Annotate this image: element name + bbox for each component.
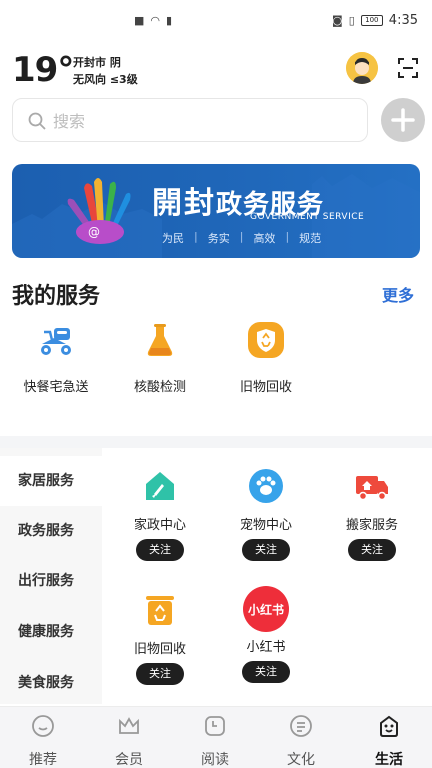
signal-icon: ▮	[166, 14, 173, 27]
bottom-nav: 推荐 会员 阅读 文化 生活	[0, 706, 432, 768]
scan-icon	[398, 58, 418, 78]
temperature: 19°	[12, 50, 74, 90]
nav-label: 文化	[287, 752, 315, 768]
service-label: 旧物回收	[239, 380, 292, 395]
more-link[interactable]: 更多	[382, 282, 414, 306]
follow-button[interactable]: 关注	[136, 663, 184, 685]
weather-city-condition: 开封市 阴	[73, 56, 121, 69]
weather-wind: 无风向 ≤3级	[73, 73, 138, 86]
grid-item-label: 小红书	[246, 640, 286, 655]
nav-item-life[interactable]: 生活	[346, 713, 432, 768]
paw-icon	[249, 469, 283, 503]
category-item-home[interactable]: 家居服务	[0, 456, 102, 506]
life-icon	[380, 715, 398, 737]
user-avatar-icon	[346, 52, 378, 84]
notification-b-icon: ■	[134, 14, 145, 27]
svg-text:@: @	[88, 225, 100, 239]
status-left-icons: ■ ◠ ▮	[134, 14, 172, 27]
follow-button[interactable]: 关注	[348, 539, 396, 561]
grid-item-moving[interactable]: 搬家服务 关注	[318, 468, 426, 561]
status-bar: ■ ◠ ▮ ◙ ▯ 100 4:35	[0, 0, 432, 44]
grid-item-recycling[interactable]: 旧物回收 关注	[106, 592, 214, 685]
grid-item-label: 旧物回收	[133, 642, 186, 657]
crown-icon	[119, 717, 139, 734]
government-service-banner[interactable]: @ 開封政务服务 GOVERNMENT SERVICE 为民 | 务实 | 高效…	[12, 164, 420, 258]
kaifeng-logo-icon: @	[67, 178, 131, 244]
delivery-scooter-icon	[41, 328, 71, 355]
category-item-travel[interactable]: 出行服务	[0, 556, 102, 606]
nav-item-culture[interactable]: 文化	[258, 713, 344, 768]
nav-item-member[interactable]: 会员	[86, 713, 172, 768]
slogan-divider: |	[239, 230, 244, 243]
slogan-divider: |	[285, 230, 290, 243]
grid-item-pet[interactable]: 宠物中心 关注	[212, 468, 320, 561]
xiaohongshu-logo-icon: 小红书	[243, 586, 289, 632]
moving-truck-icon	[356, 476, 388, 501]
recycle-bin-icon	[146, 596, 174, 625]
service-item-delivery[interactable]: 快餐宅急送	[8, 320, 104, 395]
follow-button[interactable]: 关注	[242, 539, 290, 561]
vibrate-icon: ▯	[348, 14, 355, 27]
battery-icon: 100	[360, 15, 383, 26]
banner-slogan: 规范	[299, 232, 322, 245]
nav-label: 阅读	[201, 752, 229, 768]
banner-slogans: 为民 | 务实 | 高效 | 规范	[162, 230, 321, 246]
nav-label: 生活	[375, 752, 403, 768]
wifi-icon: ◠	[150, 14, 161, 27]
culture-icon	[290, 715, 312, 737]
nfc-icon: ◙	[332, 14, 343, 27]
slogan-divider: |	[194, 230, 198, 243]
banner-slogan: 为民	[162, 232, 184, 245]
nav-item-read[interactable]: 阅读	[172, 713, 258, 768]
header: 19° 开封市 阴 无风向 ≤3级	[0, 44, 432, 96]
recommend-icon	[32, 715, 54, 737]
test-flask-icon	[147, 324, 173, 356]
search-icon	[28, 112, 46, 130]
read-icon	[205, 716, 225, 736]
follow-button[interactable]: 关注	[136, 539, 184, 561]
xiaohongshu-logo-text: 小红书	[248, 602, 284, 617]
my-services-title: 我的服务	[12, 284, 101, 309]
banner-slogan: 务实	[207, 232, 230, 245]
banner-subtitle-en: GOVERNMENT SERVICE	[250, 212, 365, 222]
service-label: 核酸检测	[133, 380, 186, 395]
category-item-health[interactable]: 健康服务	[0, 607, 102, 657]
add-button[interactable]	[381, 98, 425, 142]
grid-item-xiaohongshu[interactable]: 小红书 小红书 关注	[212, 586, 320, 683]
grid-item-label: 家政中心	[133, 518, 186, 533]
grid-item-label: 搬家服务	[345, 518, 398, 533]
nav-item-recommend[interactable]: 推荐	[0, 713, 86, 768]
grid-item-label: 宠物中心	[239, 518, 292, 533]
avatar[interactable]	[346, 52, 378, 84]
search-bar[interactable]	[12, 98, 368, 142]
category-item-government[interactable]: 政务服务	[0, 506, 102, 556]
banner-slogan: 高效	[253, 232, 276, 245]
follow-button[interactable]: 关注	[242, 661, 290, 683]
category-item-food[interactable]: 美食服务	[0, 658, 102, 708]
plus-icon	[391, 108, 415, 132]
recycle-shield-icon	[248, 322, 284, 358]
house-cleaning-icon	[146, 472, 174, 500]
service-label: 快餐宅急送	[23, 380, 89, 395]
section-divider	[0, 436, 432, 448]
search-input[interactable]	[53, 109, 353, 133]
service-item-nucleic-test[interactable]: 核酸检测	[112, 320, 208, 395]
category-sidebar: 家居服务 政务服务 出行服务 健康服务 美食服务	[0, 448, 102, 704]
nav-label: 会员	[115, 752, 143, 768]
nav-label: 推荐	[29, 752, 57, 768]
status-right-icons: ◙ ▯ 100 4:35	[332, 13, 418, 28]
status-time: 4:35	[388, 13, 418, 28]
grid-item-housekeeping[interactable]: 家政中心 关注	[106, 468, 214, 561]
scan-button[interactable]	[396, 56, 420, 80]
service-item-recycling[interactable]: 旧物回收	[218, 320, 314, 395]
banner-title-main: 開封	[152, 186, 216, 221]
